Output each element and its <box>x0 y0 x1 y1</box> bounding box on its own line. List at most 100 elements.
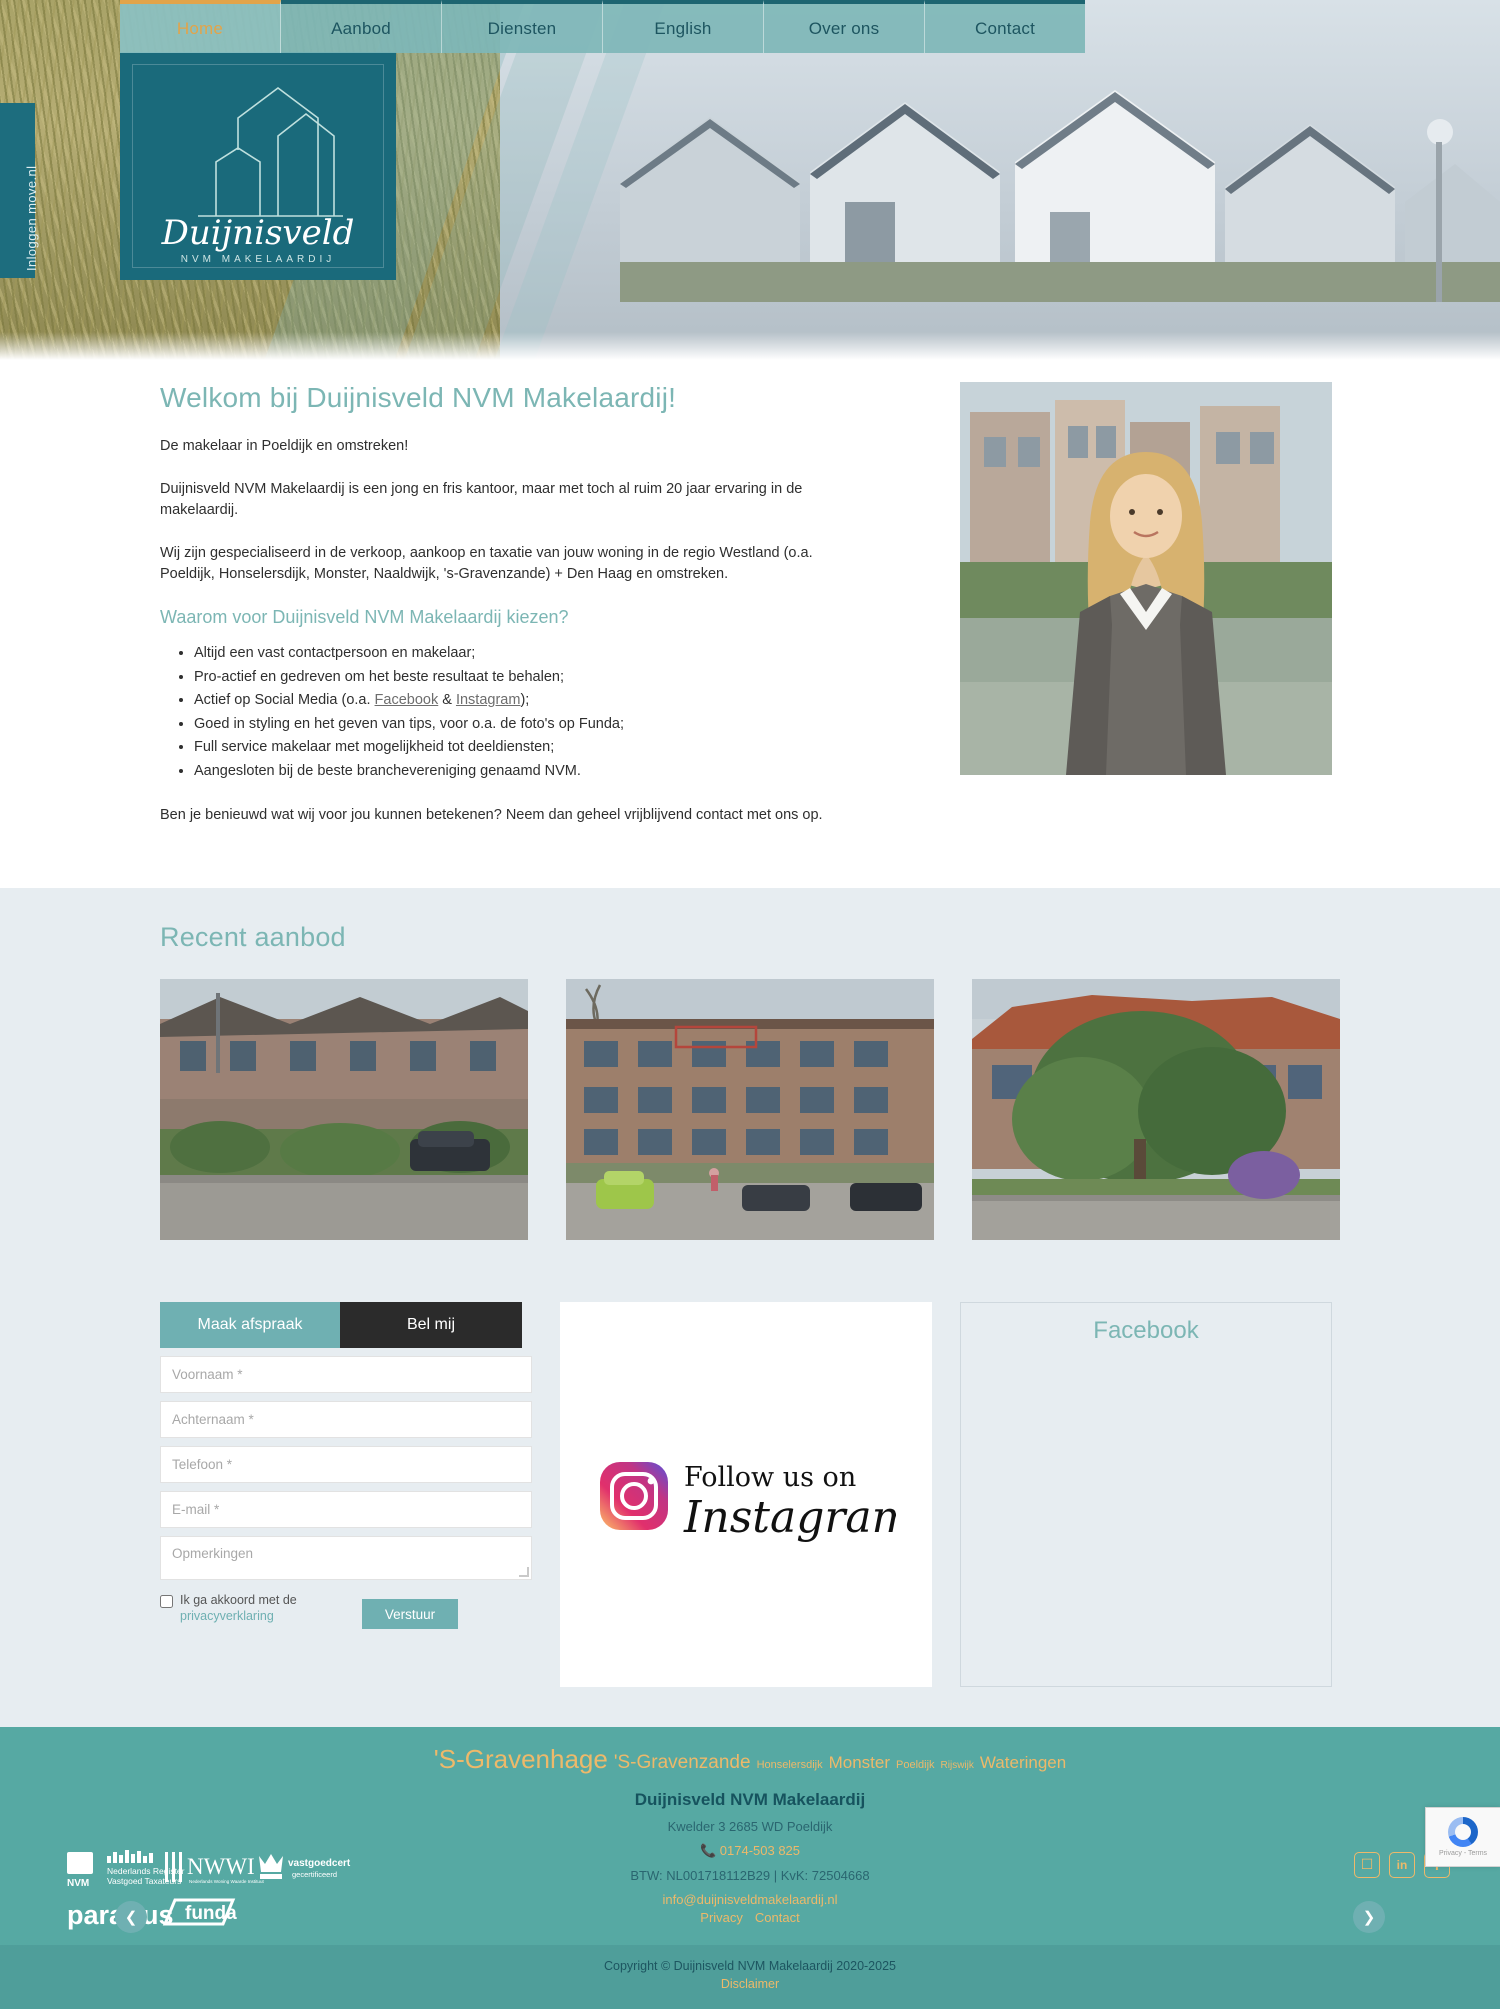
field-placeholder: E-mail * <box>172 1502 220 1517</box>
nav-item-diensten[interactable]: Diensten <box>442 0 603 53</box>
privacy-policy-link[interactable]: privacyverklaring <box>180 1609 274 1623</box>
nwwi-logo-label: NWWI <box>187 1854 255 1879</box>
list-item: Aangesloten bij de beste brancheverenigi… <box>194 760 860 783</box>
contact-form: Maak afspraak Bel mij Voornaam * Achtern… <box>160 1302 532 1687</box>
consent-text-block: Ik ga akkoord met de privacyverklaring <box>180 1593 297 1624</box>
instagram-follow-graphic: Follow us on Instagram <box>600 1461 896 1543</box>
tag-link[interactable]: 'S-Gravenzande <box>614 1752 751 1773</box>
field-placeholder: Telefoon * <box>172 1457 233 1472</box>
recent-listings-section: Recent aanbod ❮ ❯ Privacy - Terms <box>0 888 1500 1933</box>
tag-link[interactable]: Honselersdijk <box>757 1759 823 1771</box>
nav-label: Aanbod <box>331 18 391 38</box>
agent-photo <box>960 382 1332 775</box>
tag-link[interactable]: Poeldijk <box>896 1759 935 1771</box>
contact-form-tabs: Maak afspraak Bel mij <box>160 1302 532 1348</box>
nav-item-over-ons[interactable]: Over ons <box>764 0 925 53</box>
listing-card[interactable] <box>972 979 1340 1240</box>
list-item-social: Actief op Social Media (o.a. Facebook & … <box>194 689 860 712</box>
achternaam-field[interactable]: Achternaam * <box>160 1401 532 1438</box>
nav-label: English <box>654 18 712 38</box>
voornaam-field[interactable]: Voornaam * <box>160 1356 532 1393</box>
footer-tag-cloud: 'S-Gravenhage 'S-Gravenzande Honselersdijk… <box>0 1745 1500 1774</box>
certification-logos: NVM Nederlands Register Vastgoed Taxateu… <box>58 1846 358 1941</box>
facebook-link[interactable]: Facebook <box>375 692 439 708</box>
recaptcha-text: Privacy - Terms <box>1438 1850 1488 1857</box>
footer-contact-block: Duijnisveld NVM Makelaardij Kwelder 3 26… <box>0 1789 1500 1930</box>
vastgoedcert-logo-label: vastgoedcert <box>288 1858 351 1869</box>
tab-bel-mij[interactable]: Bel mij <box>340 1302 522 1348</box>
field-placeholder: Opmerkingen <box>172 1546 254 1561</box>
instagram-link[interactable]: Instagram <box>456 692 520 708</box>
welcome-closing: Ben je benieuwd wat wij voor jou kunnen … <box>160 806 823 823</box>
tag-link[interactable]: Monster <box>829 1753 890 1772</box>
listing-card[interactable] <box>566 979 934 1240</box>
nrvt-logo-label-2: Vastgoed Taxateurs <box>107 1876 181 1886</box>
welcome-paragraph-1: Duijnisveld NVM Makelaardij is een jong … <box>160 481 803 519</box>
instagram-line1: Follow us on <box>684 1462 856 1493</box>
tab-maak-afspraak[interactable]: Maak afspraak <box>160 1302 340 1348</box>
facebook-panel[interactable]: Facebook <box>960 1302 1332 1687</box>
instagram-icon[interactable]: ☐ <box>1354 1851 1380 1878</box>
phone-icon: 📞 <box>699 1842 717 1858</box>
welcome-intro: De makelaar in Poeldijk en omstreken! <box>160 438 409 454</box>
social-bullet-suffix: ); <box>520 692 530 709</box>
benefits-list: Altijd een vast contactpersoon en makela… <box>160 642 860 783</box>
tag-link[interactable]: Wateringen <box>980 1753 1066 1772</box>
main-navigation: Home Aanbod Diensten English Over ons Co… <box>120 0 1085 53</box>
list-item: Altijd een vast contactpersoon en makela… <box>194 642 860 665</box>
list-item: Full service makelaar met mogelijkheid t… <box>194 736 860 759</box>
recent-listings-heading: Recent aanbod <box>160 922 346 952</box>
vastgoedcert-logo-subtitle: gecertificeerd <box>292 1870 337 1879</box>
nav-item-english[interactable]: English <box>603 0 764 53</box>
chevron-left-icon: ❮ <box>124 1909 138 1926</box>
tag-link[interactable]: 'S-Gravenhage <box>434 1744 608 1774</box>
recaptcha-badge[interactable]: Privacy - Terms <box>1425 1807 1500 1867</box>
hero-houses-illustration <box>620 90 1500 302</box>
login-move-nl-tab[interactable]: Inloggen move.nl <box>0 103 39 278</box>
nav-item-contact[interactable]: Contact <box>925 0 1085 53</box>
disclaimer-row: Disclaimer <box>0 1977 1500 1991</box>
footer-company-name: Duijnisveld NVM Makelaardij <box>634 1789 866 1809</box>
nwwi-logo-subtitle: Nederlands Woning Waarde Instituut <box>189 1879 265 1884</box>
field-placeholder: Voornaam * <box>172 1367 243 1382</box>
disclaimer-link[interactable]: Disclaimer <box>721 1977 779 1991</box>
copyright-bar: Copyright © Duijnisveld NVM Makelaardij … <box>0 1944 1500 2009</box>
telefoon-field[interactable]: Telefoon * <box>160 1446 532 1483</box>
bottom-section: Maak afspraak Bel mij Voornaam * Achtern… <box>0 1302 1500 1727</box>
email-field[interactable]: E-mail * <box>160 1491 532 1528</box>
chevron-right-icon: ❯ <box>1362 1909 1376 1926</box>
nav-item-home[interactable]: Home <box>120 0 281 53</box>
footer-contact-link[interactable]: Contact <box>755 1910 800 1925</box>
linkedin-icon[interactable]: in <box>1389 1851 1415 1878</box>
social-bullet-prefix: Actief op Social Media (o.a. <box>194 692 375 709</box>
carousel-prev-button[interactable]: ❮ <box>115 1901 147 1933</box>
instagram-line2: Instagram <box>683 1492 896 1543</box>
listing-card[interactable] <box>160 979 528 1240</box>
nav-label: Diensten <box>487 18 557 38</box>
instagram-panel[interactable]: Follow us on Instagram <box>560 1302 932 1687</box>
tag-link[interactable]: Rijswijk <box>941 1760 974 1771</box>
welcome-section: Welkom bij Duijnisveld NVM Makelaardij! … <box>0 360 1500 888</box>
site-logo[interactable]: Duijnisveld NVM MAKELAARDIJ <box>120 52 396 280</box>
list-item: Pro-actief en gedreven om het beste resu… <box>194 666 860 689</box>
privacy-consent-checkbox[interactable] <box>160 1595 173 1608</box>
field-placeholder: Achternaam * <box>172 1412 254 1427</box>
listings-carousel <box>160 979 1340 1240</box>
opmerkingen-field[interactable]: Opmerkingen <box>160 1536 532 1580</box>
footer-privacy-link[interactable]: Privacy <box>700 1910 743 1925</box>
submit-button[interactable]: Verstuur <box>362 1599 458 1629</box>
funda-logo: funda <box>162 1898 237 1926</box>
welcome-paragraph-2: Wij zijn gespecialiseerd in de verkoop, … <box>160 545 813 583</box>
copyright-text: Copyright © Duijnisveld NVM Makelaardij … <box>604 1958 896 1973</box>
footer-phone[interactable]: 0174-503 825 <box>720 1843 800 1858</box>
login-tab-label: Inloggen move.nl <box>24 165 39 271</box>
hero-bottom-fade <box>0 332 1500 360</box>
page-root: Home Aanbod Diensten English Over ons Co… <box>0 0 1500 2009</box>
nav-label: Over ons <box>808 18 880 38</box>
hero-banner: Home Aanbod Diensten English Over ons Co… <box>0 0 1500 360</box>
facebook-heading: Facebook <box>1093 1317 1199 1344</box>
nav-label: Contact <box>975 18 1035 38</box>
recaptcha-icon <box>1448 1817 1478 1847</box>
nav-item-aanbod[interactable]: Aanbod <box>281 0 442 53</box>
carousel-next-button[interactable]: ❯ <box>1353 1901 1385 1933</box>
